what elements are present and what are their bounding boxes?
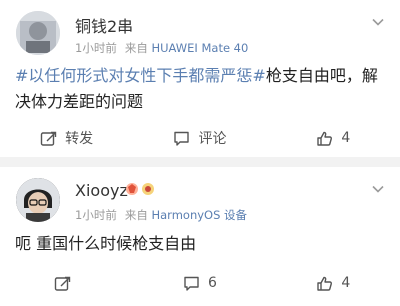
action-bar: 转发 评论 4 xyxy=(0,126,400,150)
repost-label: 转发 xyxy=(65,131,94,147)
like-button[interactable]: 4 xyxy=(267,271,400,295)
comment-icon xyxy=(184,276,199,291)
repost-button[interactable] xyxy=(0,271,133,295)
user-badges xyxy=(125,182,155,196)
comment-button[interactable]: 6 xyxy=(133,271,266,295)
post-meta: 1小时前 来自 HUAWEI Mate 40 xyxy=(75,40,248,56)
badge-icon xyxy=(142,183,154,195)
post-time: 1小时前 xyxy=(75,208,117,222)
comment-label: 评论 xyxy=(198,131,227,147)
thumbs-up-icon xyxy=(317,276,333,291)
like-count: 4 xyxy=(341,275,351,291)
action-bar: 6 4 xyxy=(0,271,400,295)
post-meta: 1小时前 来自 HarmonyOS 设备 xyxy=(75,207,247,223)
badge-icon xyxy=(126,183,138,195)
like-button[interactable]: 4 xyxy=(267,126,400,150)
post-card: 铜钱2串 1小时前 来自 HUAWEI Mate 40 #以任何形式对女性下手都需… xyxy=(0,0,400,157)
hashtag-link[interactable]: #以任何形式对女性下手都需严惩# xyxy=(15,66,266,85)
repost-icon xyxy=(54,276,71,291)
avatar[interactable] xyxy=(16,11,60,55)
source-device[interactable]: HUAWEI Mate 40 xyxy=(151,41,248,55)
repost-button[interactable]: 转发 xyxy=(0,126,133,150)
source-device[interactable]: HarmonyOS 设备 xyxy=(151,208,247,222)
comment-icon xyxy=(174,131,190,146)
username[interactable]: 铜钱2串 xyxy=(75,13,133,37)
comment-count: 6 xyxy=(208,275,217,291)
chevron-down-icon[interactable] xyxy=(372,16,384,28)
username[interactable]: Xiooyz xyxy=(75,181,128,200)
source-prefix: 来自 xyxy=(124,41,148,55)
post-content: 呃 重国什么时候枪支自由 xyxy=(15,231,385,257)
post-text: 呃 重国什么时候枪支自由 xyxy=(15,234,197,253)
like-count: 4 xyxy=(341,130,351,146)
chevron-down-icon[interactable] xyxy=(372,183,384,195)
post-card: Xiooyz 1小时前来自 HarmonyOS 设备 呃 重国什么时候枪支自由 xyxy=(0,167,400,306)
comment-button[interactable]: 评论 xyxy=(133,126,266,150)
repost-icon xyxy=(40,131,57,146)
post-content: #以任何形式对女性下手都需严惩#枪支自由吧，解决体力差距的问题 xyxy=(15,63,385,115)
thumbs-up-icon xyxy=(317,131,333,146)
source-prefix: 来自 xyxy=(124,208,148,222)
post-time: 1小时前 xyxy=(75,41,117,55)
avatar[interactable] xyxy=(16,178,60,222)
